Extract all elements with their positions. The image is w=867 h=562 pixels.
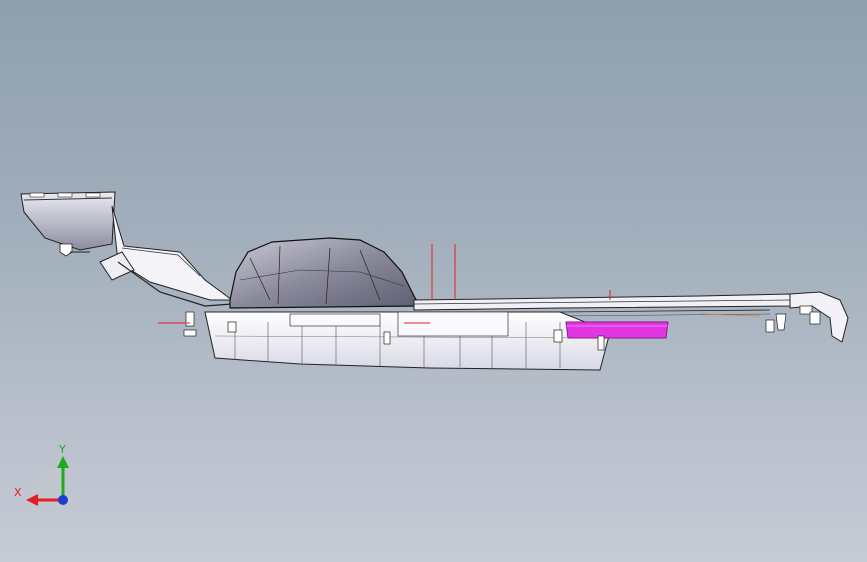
orientation-triad[interactable]: Y X (0, 0, 867, 562)
y-axis-arrowhead (57, 456, 69, 468)
y-axis-label: Y (58, 443, 66, 456)
cad-viewport[interactable]: Y X (0, 0, 867, 562)
triad-plane-icon (27, 467, 62, 500)
z-axis-dot (58, 495, 68, 505)
x-axis-label: X (14, 486, 22, 499)
